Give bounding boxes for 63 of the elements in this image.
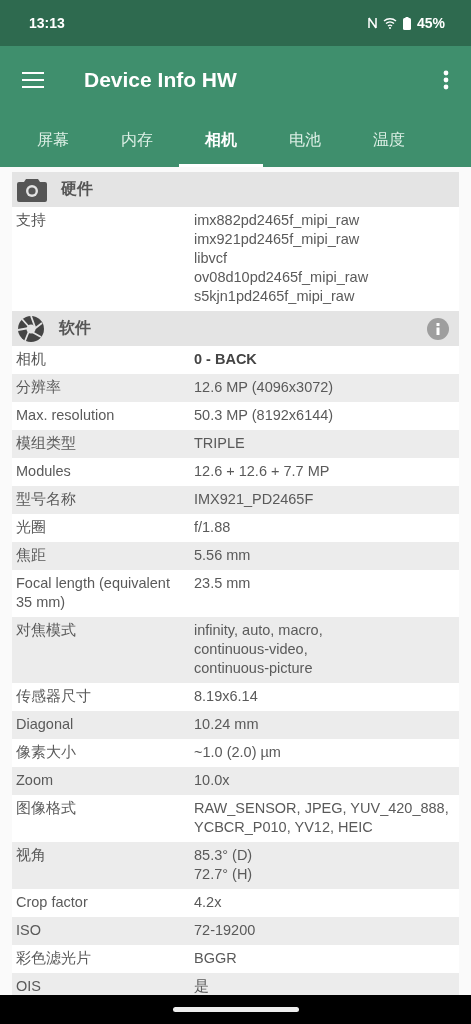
property-label: Focal length (equivalent 35 mm) bbox=[16, 574, 171, 612]
battery-level: 45% bbox=[416, 15, 445, 31]
info-icon bbox=[436, 322, 440, 335]
property-value: TRIPLE bbox=[194, 434, 246, 453]
tab[interactable]: 电池 bbox=[263, 114, 347, 167]
property-label: 支持 bbox=[16, 211, 47, 230]
property-value: 23.5 mm bbox=[194, 574, 252, 593]
property-label: Modules bbox=[16, 462, 72, 481]
app-title: Device Info HW bbox=[84, 68, 238, 92]
property-value: 0 - BACK bbox=[194, 350, 258, 369]
property-value: f/1.88 bbox=[194, 518, 232, 537]
property-value: imx882pd2465f_mipi_raw imx921pd2465f_mipi_raw libvcf ov08d10pd2465f_mipi_raw s5kjn1pd2465f_mipi_raw bbox=[194, 211, 370, 306]
property-value: 12.6 MP (4096x3072) bbox=[194, 378, 335, 397]
clock: 13:13 bbox=[29, 15, 65, 31]
property-label: 焦距 bbox=[16, 546, 47, 565]
property-label: 模组类型 bbox=[16, 434, 77, 453]
property-value: 5.56 mm bbox=[194, 546, 252, 565]
menu-icon bbox=[22, 72, 44, 88]
property-label: 图像格式 bbox=[16, 799, 77, 818]
property-label: 像素大小 bbox=[16, 743, 77, 762]
property-value: 72-19200 bbox=[194, 921, 257, 940]
camera-icon bbox=[17, 177, 47, 202]
property-label: Diagonal bbox=[16, 715, 75, 734]
tab[interactable]: 屏幕 bbox=[11, 114, 95, 167]
section-title: 软件 bbox=[59, 318, 92, 338]
property-value: 50.3 MP (8192x6144) bbox=[194, 406, 335, 425]
property-label: 彩色滤光片 bbox=[16, 949, 92, 968]
home-handle[interactable] bbox=[172, 1007, 299, 1012]
property-label: 视角 bbox=[16, 846, 47, 865]
property-value: IMX921_PD2465F bbox=[194, 490, 315, 509]
property-value: ~1.0 (2.0) µm bbox=[194, 743, 282, 762]
section-title: 硬件 bbox=[61, 179, 94, 199]
property-value: BGGR bbox=[194, 949, 238, 968]
property-label: Max. resolution bbox=[16, 406, 116, 425]
property-label: 光圈 bbox=[16, 518, 47, 537]
property-value: 是 bbox=[194, 977, 210, 995]
property-value: 10.24 mm bbox=[194, 715, 260, 734]
property-label: Zoom bbox=[16, 771, 55, 790]
property-value: 8.19x6.14 bbox=[194, 687, 259, 706]
property-value: 4.2x bbox=[194, 893, 223, 912]
property-value: RAW_SENSOR, JPEG, YUV_420_888, YCBCR_P010, YV12, HEIC bbox=[194, 799, 450, 837]
property-value: 85.3° (D) 72.7° (H) bbox=[194, 846, 254, 884]
nfc-icon bbox=[367, 17, 377, 29]
property-value: 12.6 + 12.6 + 7.7 MP bbox=[194, 462, 331, 481]
property-label: ISO bbox=[16, 921, 42, 940]
tab[interactable]: 温度 bbox=[347, 114, 431, 167]
property-value: 10.0x bbox=[194, 771, 231, 790]
tab[interactable]: 内存 bbox=[95, 114, 179, 167]
property-label: 对焦模式 bbox=[16, 621, 77, 640]
property-label: 相机 bbox=[16, 350, 47, 369]
property-label: 传感器尺寸 bbox=[16, 687, 92, 706]
aperture-icon bbox=[17, 314, 45, 343]
more-vertical-icon bbox=[443, 70, 449, 90]
menu-button[interactable] bbox=[21, 70, 45, 90]
property-value: infinity, auto, macro, continuous-video, continuous-picture bbox=[194, 621, 324, 678]
wifi-icon bbox=[382, 17, 397, 29]
property-label: OIS bbox=[16, 977, 42, 995]
property-label: 分辨率 bbox=[16, 378, 62, 397]
battery-icon bbox=[402, 16, 411, 30]
property-label: 型号名称 bbox=[16, 490, 77, 509]
overflow-menu-button[interactable] bbox=[442, 69, 450, 91]
property-label: Crop factor bbox=[16, 893, 89, 912]
info-button[interactable] bbox=[427, 317, 449, 340]
